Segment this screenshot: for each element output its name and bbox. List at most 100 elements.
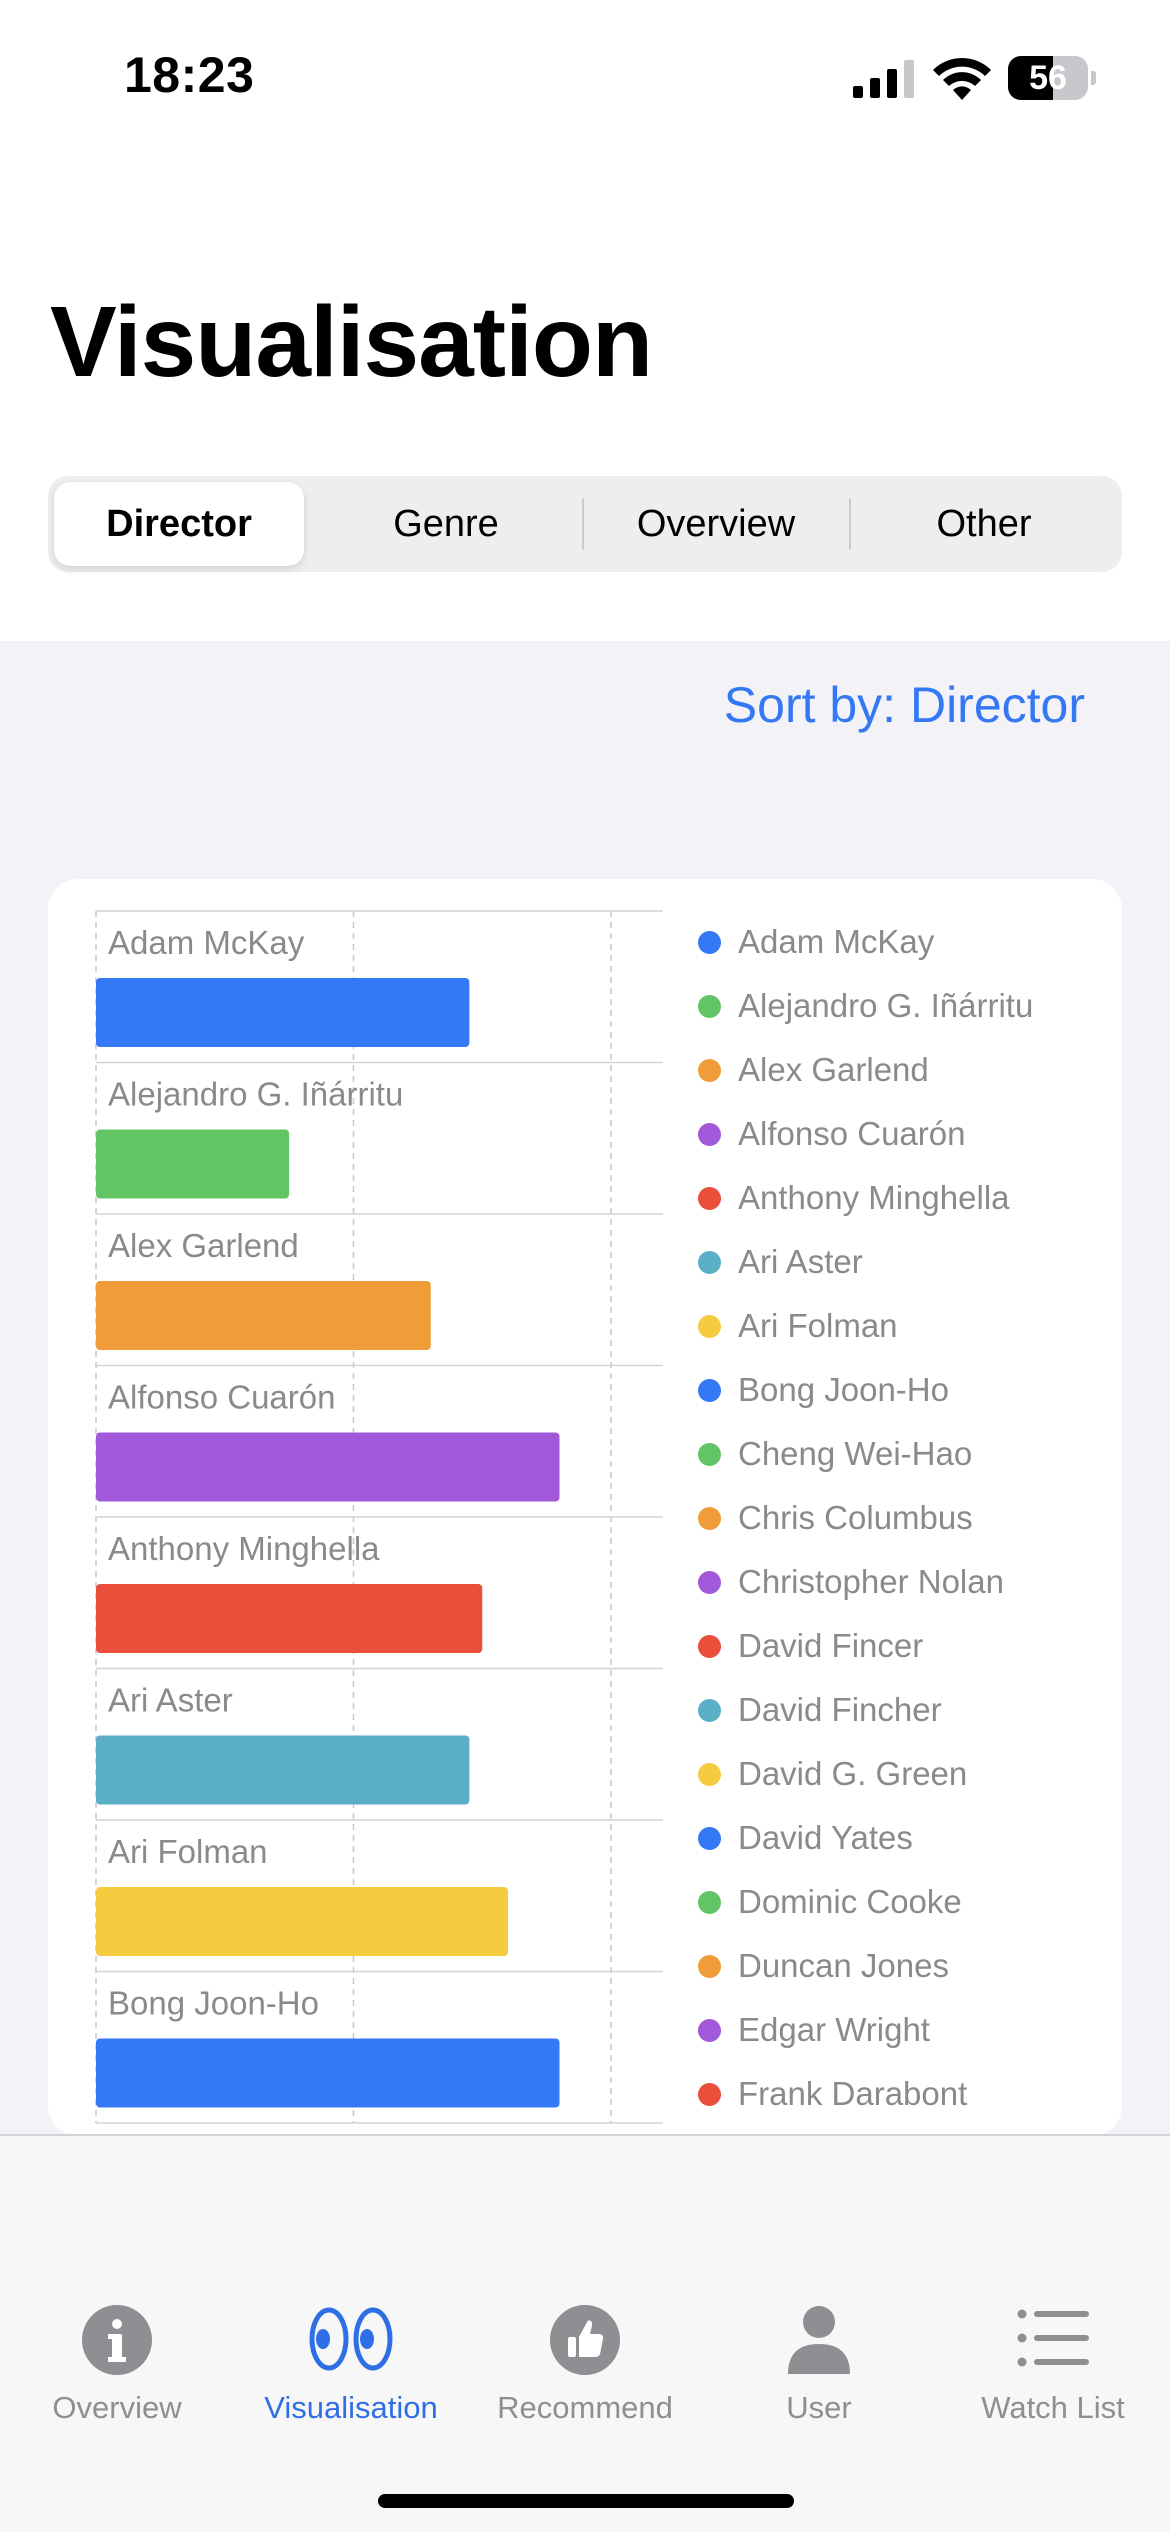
legend-swatch bbox=[698, 2083, 721, 2106]
legend-label: Alfonso Cuarón bbox=[738, 1115, 966, 1152]
legend-swatch bbox=[698, 1507, 721, 1530]
tab-bar: Overview Visualisation Recommend User Wa… bbox=[0, 2134, 1170, 2532]
segment-genre[interactable]: Genre bbox=[316, 482, 576, 566]
legend-label: Alejandro G. Iñárritu bbox=[738, 987, 1034, 1024]
legend-label: Alex Garlend bbox=[738, 1051, 929, 1088]
tab-visualisation[interactable]: Visualisation bbox=[234, 2136, 468, 2436]
legend-item: Ari Aster bbox=[688, 1234, 1108, 1298]
eyes-icon bbox=[309, 2307, 393, 2371]
cellular-signal-icon bbox=[853, 60, 914, 98]
legend-label: Duncan Jones bbox=[738, 1947, 949, 1984]
legend-swatch bbox=[698, 1251, 721, 1274]
legend-item: Edgar Wright bbox=[688, 2002, 1108, 2066]
legend-label: Bong Joon-Ho bbox=[738, 1371, 949, 1408]
tab-label: User bbox=[786, 2390, 852, 2425]
legend-label: Adam McKay bbox=[738, 923, 935, 960]
legend-swatch bbox=[698, 1699, 721, 1722]
segment-divider bbox=[582, 498, 584, 550]
bar-label: Ari Aster bbox=[108, 1682, 233, 1719]
legend-item: Christopher Nolan bbox=[688, 1554, 1108, 1618]
bar-label: Alfonso Cuarón bbox=[108, 1379, 335, 1416]
legend-item: Duncan Jones bbox=[688, 1938, 1108, 2002]
legend-label: David Fincer bbox=[738, 1627, 924, 1664]
bar-label: Bong Joon-Ho bbox=[108, 1985, 319, 2022]
legend-label: Dominic Cooke bbox=[738, 1883, 962, 1920]
legend-swatch bbox=[698, 995, 721, 1018]
bar-label: Ari Folman bbox=[108, 1833, 268, 1870]
chart-card: Adam McKay Alejandro G. Iñárritu Alex Garl… bbox=[48, 879, 1122, 2136]
thumbs-up-icon bbox=[550, 2305, 620, 2375]
legend-swatch bbox=[698, 931, 721, 954]
tab-label: Watch List bbox=[981, 2390, 1125, 2425]
legend-label: David Fincher bbox=[738, 1691, 942, 1728]
legend-swatch bbox=[698, 1635, 721, 1658]
legend-label: Cheng Wei-Hao bbox=[738, 1435, 973, 1472]
segment-other[interactable]: Other bbox=[853, 482, 1115, 566]
sort-button[interactable]: Sort by: Director bbox=[724, 676, 1085, 734]
legend-label: David Yates bbox=[738, 1819, 913, 1856]
bar bbox=[96, 1432, 560, 1502]
legend-swatch bbox=[698, 1315, 721, 1338]
legend-label: Christopher Nolan bbox=[738, 1563, 1004, 1600]
legend-item: Cheng Wei-Hao bbox=[688, 1426, 1108, 1490]
legend-label: David G. Green bbox=[738, 1755, 968, 1792]
legend-swatch bbox=[698, 1571, 721, 1594]
legend-swatch bbox=[698, 1827, 721, 1850]
bar bbox=[96, 1129, 290, 1199]
legend-swatch bbox=[698, 1763, 721, 1786]
battery-icon: 56 bbox=[1008, 56, 1096, 100]
legend-item: Alex Garlend bbox=[688, 1042, 1108, 1106]
status-bar: 18:23 56 bbox=[0, 0, 1170, 150]
legend-swatch bbox=[698, 1955, 721, 1978]
list-icon bbox=[1017, 2309, 1089, 2367]
bar bbox=[96, 1584, 483, 1653]
chart-legend: Adam McKay Alejandro G. Iñárritu Alex Garl… bbox=[688, 914, 1108, 2130]
tab-recommend[interactable]: Recommend bbox=[468, 2136, 702, 2436]
status-time: 18:23 bbox=[124, 47, 255, 103]
legend-label: Chris Columbus bbox=[738, 1499, 973, 1536]
legend-label: Ari Folman bbox=[738, 1307, 898, 1344]
segment-divider bbox=[849, 498, 851, 550]
legend-swatch bbox=[698, 1379, 721, 1402]
legend-item: David Yates bbox=[688, 1810, 1108, 1874]
bar bbox=[96, 2038, 560, 2108]
legend-item: Frank Darabont bbox=[688, 2066, 1108, 2130]
legend-item: Ari Folman bbox=[688, 1298, 1108, 1362]
tab-watch-list[interactable]: Watch List bbox=[936, 2136, 1170, 2436]
legend-item: Bong Joon-Ho bbox=[688, 1362, 1108, 1426]
legend-swatch bbox=[698, 1059, 721, 1082]
legend-item: Alejandro G. Iñárritu bbox=[688, 978, 1108, 1042]
legend-item: David Fincer bbox=[688, 1618, 1108, 1682]
legend-swatch bbox=[698, 1123, 721, 1146]
tab-label: Visualisation bbox=[264, 2390, 438, 2425]
legend-item: Alfonso Cuarón bbox=[688, 1106, 1108, 1170]
legend-label: Edgar Wright bbox=[738, 2011, 930, 2048]
bar-label: Anthony Minghella bbox=[108, 1530, 380, 1567]
legend-item: Adam McKay bbox=[688, 914, 1108, 978]
legend-label: Ari Aster bbox=[738, 1243, 863, 1280]
bar bbox=[96, 1281, 431, 1350]
tab-label: Overview bbox=[52, 2390, 182, 2425]
legend-item: Chris Columbus bbox=[688, 1490, 1108, 1554]
bar bbox=[96, 1887, 508, 1956]
bar-label: Alejandro G. Iñárritu bbox=[108, 1076, 403, 1113]
legend-swatch bbox=[698, 1187, 721, 1210]
segment-director[interactable]: Director bbox=[54, 482, 304, 566]
bar-chart: Adam McKay Alejandro G. Iñárritu Alex Garl… bbox=[95, 910, 663, 2124]
bar bbox=[96, 1735, 470, 1805]
person-icon bbox=[788, 2306, 850, 2374]
tab-user[interactable]: User bbox=[702, 2136, 936, 2436]
legend-swatch bbox=[698, 1443, 721, 1466]
info-circle-icon bbox=[82, 2305, 152, 2375]
bar-label: Alex Garlend bbox=[108, 1227, 299, 1264]
tab-overview[interactable]: Overview bbox=[0, 2136, 234, 2436]
legend-item: Anthony Minghella bbox=[688, 1170, 1108, 1234]
segment-overview[interactable]: Overview bbox=[586, 482, 846, 566]
bar-label: Adam McKay bbox=[108, 924, 305, 961]
home-indicator bbox=[378, 2494, 794, 2508]
legend-swatch bbox=[698, 1891, 721, 1914]
battery-level: 56 bbox=[1029, 59, 1067, 97]
legend-item: David Fincher bbox=[688, 1682, 1108, 1746]
bar bbox=[96, 978, 470, 1047]
tab-label: Recommend bbox=[497, 2390, 673, 2425]
